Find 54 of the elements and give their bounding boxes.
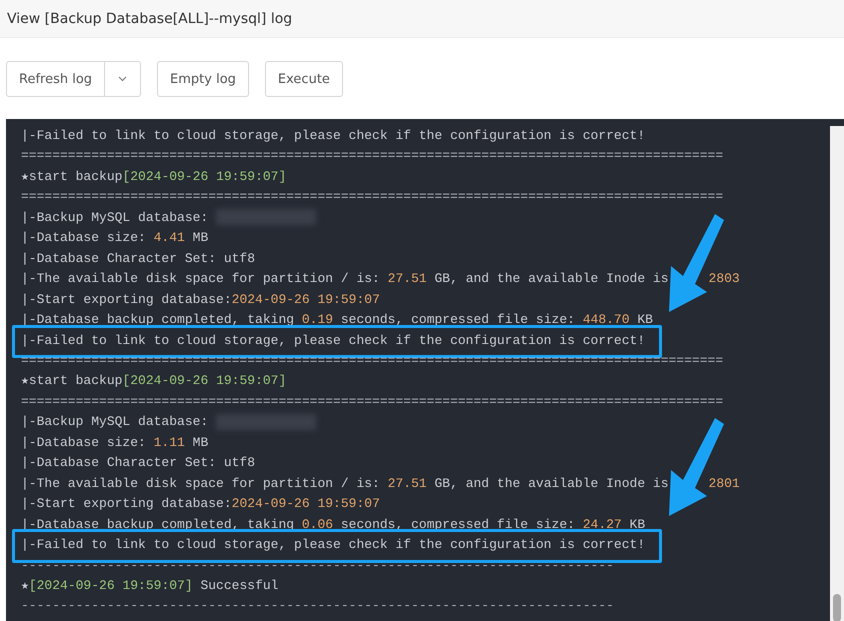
scrollbar-thumb[interactable] <box>833 594 841 621</box>
log-text: |-Backup MySQL database: <box>21 210 210 225</box>
toolbar-button[interactable]: Empty log <box>157 61 249 97</box>
log-text: |-Start exporting database: <box>21 292 232 307</box>
log-text: MB <box>192 230 208 246</box>
log-text: [2024-09-26 19:59:07] <box>122 373 286 388</box>
log-text: [2024-09-26 19:59:07] <box>122 168 286 184</box>
log-line: |-Database Character Set: utf8 <box>21 454 256 472</box>
log-text: |-The available disk space for partition / is: <box>21 476 381 491</box>
log-text: |-Start exporting database: <box>21 496 232 512</box>
toolbar-button[interactable]: Execute <box>264 61 343 97</box>
log-text: KB <box>628 516 646 532</box>
log-text: 24.27 <box>582 516 622 532</box>
log-text: MB <box>192 434 208 450</box>
log-line: |-Database Character Set: utf8 <box>21 250 256 268</box>
log-text: 27.51 <box>388 271 427 286</box>
window-title: View [Backup Database[ALL]--mysql] log <box>7 10 292 26</box>
log-text: Successful <box>199 578 278 593</box>
refresh-button[interactable]: Refresh log <box>6 61 106 97</box>
log-text: 0.19 <box>302 312 334 328</box>
log-text: ★ <box>21 578 29 593</box>
log-text: |-Database backup completed, taking <box>21 312 296 328</box>
log-text: |-Database size: <box>21 434 147 450</box>
log-text: 2024-09-26 19:59:07 <box>232 496 380 512</box>
log-text: GB, and the available Inode is <box>433 271 669 286</box>
log-text: [2024-09-26 19:59:07] <box>28 578 193 593</box>
log-text: 27.51 <box>388 476 427 491</box>
log-text: GB, and the available Inode is <box>433 476 669 491</box>
log-text: 4.41 <box>154 230 185 246</box>
separator-line: ---------------------------------------------------------------------------- <box>21 597 614 616</box>
log-text: |-The available disk space for partition / is: <box>21 271 381 286</box>
separator-line: ---------------------------------------------------------------------------- <box>21 556 614 575</box>
log-text: seconds, compressed file size: <box>340 312 576 328</box>
log-text: 0.06 <box>302 516 334 532</box>
chevron-down-icon <box>118 76 128 82</box>
log-text: seconds, compressed file size: <box>340 516 576 532</box>
log-text: |-Backup MySQL database: <box>21 414 210 430</box>
separator-line: ========================================================================================== <box>21 147 724 166</box>
log-text: 448.70 <box>582 312 630 328</box>
log-text: ★start backup <box>21 373 122 388</box>
log-line: |-Failed to link to cloud storage, please check if the configuration is correct! <box>21 535 646 556</box>
log-line: |-Failed to link to cloud storage, please check if the configuration is correct! <box>21 330 646 351</box>
log-line: |-Failed to link to cloud storage, please check if the configuration is correct! <box>21 127 646 145</box>
log-text: |-Database backup completed, taking <box>21 516 296 532</box>
log-text: 2801 <box>708 476 740 491</box>
log-text: KB <box>636 312 653 328</box>
log-text: ★start backup <box>21 168 122 184</box>
log-text: 2024-09-26 19:59:07 <box>232 292 380 307</box>
log-text: 2803 <box>708 271 740 286</box>
separator-line: ========================================================================================== <box>21 188 724 206</box>
separator-line: ========================================================================================== <box>21 392 724 411</box>
log-text: 1.11 <box>154 434 185 450</box>
log-text: |-Database size: <box>21 230 147 246</box>
dropdown-button[interactable] <box>105 61 142 97</box>
